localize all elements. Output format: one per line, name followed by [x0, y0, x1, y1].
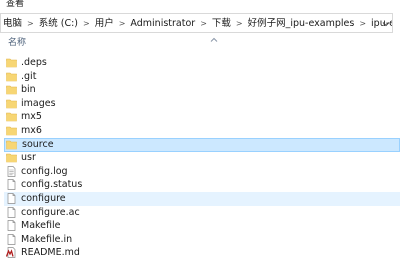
- file-row-config-status[interactable]: config.status: [4, 178, 400, 192]
- folder-icon: [6, 113, 17, 122]
- file-icon: [7, 220, 16, 232]
- file-icon: [7, 233, 16, 245]
- file-row-mx5[interactable]: mx5: [4, 110, 400, 124]
- column-header-name[interactable]: 名称: [8, 35, 26, 52]
- file-row-makefile-in[interactable]: Makefile.in: [4, 233, 400, 247]
- breadcrumb-project-archive[interactable]: 好例子网_ipu-examples: [246, 14, 357, 32]
- file-name: mx5: [21, 111, 42, 123]
- file-icon: [7, 179, 16, 191]
- file-name: Makefile.in: [21, 233, 73, 245]
- breadcrumb: 电脑 > 系统 (C:) > 用户 > Administrator > 下载 >…: [1, 14, 392, 32]
- file-icon: [7, 193, 16, 204]
- address-history-dropdown[interactable]: [380, 14, 392, 32]
- file-name: usr: [21, 152, 36, 164]
- file-name: Makefile: [21, 220, 61, 232]
- file-row-usr[interactable]: usr: [4, 151, 400, 165]
- file-row-bin[interactable]: bin: [4, 83, 400, 97]
- menu-bar: 查看: [0, 0, 400, 11]
- breadcrumb-drive[interactable]: 系统 (C:): [37, 14, 80, 32]
- file-name: config.log: [21, 165, 68, 177]
- folder-icon: [6, 140, 17, 149]
- file-name: config.status: [21, 179, 83, 191]
- sort-ascending-icon: [210, 37, 218, 42]
- file-name: images: [21, 97, 56, 109]
- file-row-configure[interactable]: configure: [4, 192, 400, 206]
- chevron-right-icon[interactable]: >: [24, 14, 37, 32]
- file-row-deps[interactable]: .deps: [4, 56, 400, 70]
- file-name: bin: [21, 84, 36, 96]
- folder-icon: [6, 85, 17, 95]
- file-row-configure-ac[interactable]: configure.ac: [4, 206, 400, 220]
- chevron-right-icon[interactable]: >: [116, 14, 129, 32]
- file-icon: [7, 206, 16, 218]
- file-row-readme-md[interactable]: README.md: [4, 246, 400, 260]
- breadcrumb-downloads[interactable]: 下载: [210, 14, 233, 32]
- chevron-right-icon[interactable]: >: [233, 14, 246, 32]
- chevron-right-icon[interactable]: >: [356, 14, 369, 32]
- column-header-row: 名称: [0, 35, 400, 52]
- file-name: README.md: [21, 247, 80, 259]
- file-name: source: [22, 138, 54, 150]
- breadcrumb-users[interactable]: 用户: [93, 14, 116, 32]
- file-name: .git: [21, 70, 37, 82]
- file-row-config-log[interactable]: config.log: [4, 165, 400, 179]
- folder-icon: [6, 72, 17, 81]
- chevron-right-icon[interactable]: >: [80, 14, 93, 32]
- breadcrumb-administrator[interactable]: Administrator: [128, 14, 197, 32]
- text-file-icon: [7, 165, 16, 177]
- folder-icon: [6, 99, 17, 109]
- file-name: configure: [21, 193, 66, 204]
- folder-icon: [6, 153, 17, 163]
- file-row-images[interactable]: images: [4, 97, 400, 111]
- markdown-file-icon: [6, 247, 16, 259]
- file-name: configure.ac: [21, 206, 80, 218]
- folder-icon: [6, 126, 17, 136]
- file-name: .deps: [21, 57, 47, 68]
- chevron-right-icon[interactable]: >: [197, 14, 210, 32]
- file-name: mx6: [21, 125, 42, 136]
- file-row-mx6[interactable]: mx6: [4, 124, 400, 138]
- file-row-makefile[interactable]: Makefile: [4, 219, 400, 233]
- folder-icon: [6, 58, 17, 68]
- breadcrumb-computer[interactable]: 电脑: [1, 14, 24, 32]
- menu-view[interactable]: 查看: [6, 0, 24, 10]
- file-row-git[interactable]: .git: [4, 70, 400, 84]
- file-row-source[interactable]: source: [4, 137, 400, 152]
- chevron-down-icon: [382, 21, 390, 26]
- address-bar[interactable]: 电脑 > 系统 (C:) > 用户 > Administrator > 下载 >…: [0, 13, 393, 33]
